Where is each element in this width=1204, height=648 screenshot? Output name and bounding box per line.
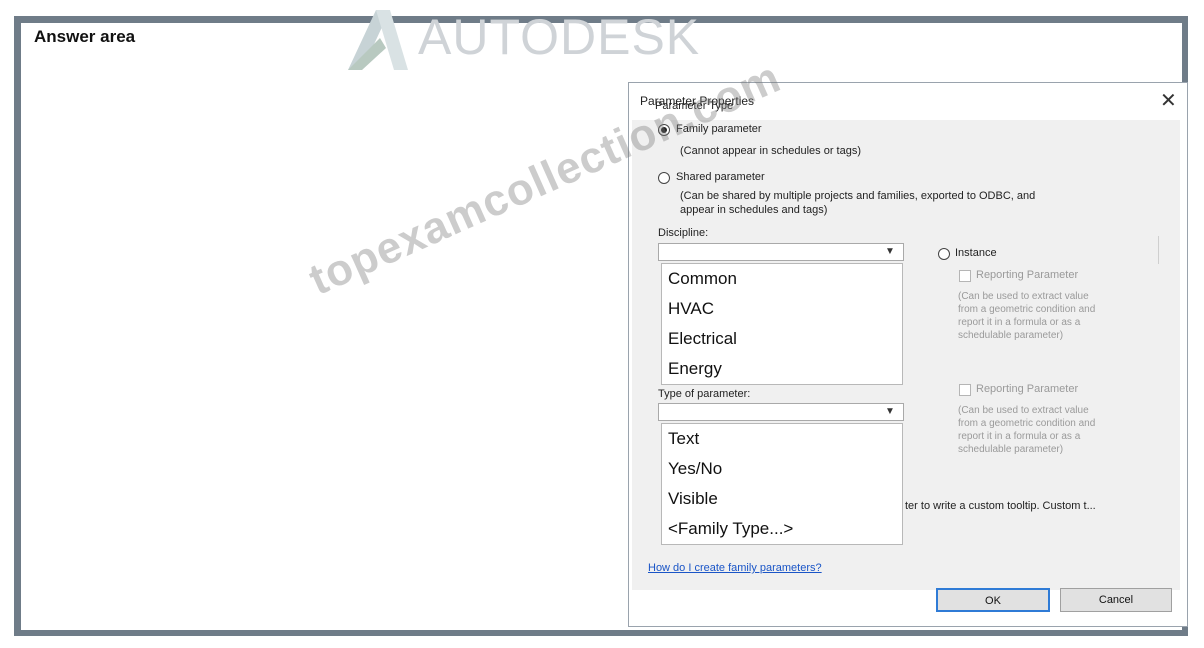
reporting-note-2-line: (Can be used to extract value <box>958 405 1089 416</box>
type-option[interactable]: Yes/No <box>662 454 902 484</box>
type-dropdown: Text Yes/No Visible <Family Type...> <box>661 423 903 545</box>
discipline-option[interactable]: Electrical <box>662 324 902 354</box>
autodesk-logo-icon <box>348 10 408 70</box>
reporting-parameter-checkbox-2[interactable] <box>959 384 971 396</box>
close-icon[interactable]: ✕ <box>1160 88 1177 113</box>
shared-parameter-note-1: (Can be shared by multiple projects and … <box>680 190 1036 202</box>
discipline-option[interactable]: Energy <box>662 354 902 384</box>
autodesk-logo-text: AUTODESK <box>418 9 701 65</box>
discipline-dropdown: Common HVAC Electrical Energy <box>661 263 903 385</box>
type-option[interactable]: <Family Type...> <box>662 514 902 544</box>
reporting-note-1-line: report it in a formula or as a <box>958 317 1081 328</box>
reporting-note-2-line: schedulable parameter) <box>958 444 1064 455</box>
type-of-parameter-select[interactable]: ▼ <box>658 403 904 421</box>
reporting-note-2-line: report it in a formula or as a <box>958 431 1081 442</box>
family-parameter-note: (Cannot appear in schedules or tags) <box>680 145 861 157</box>
reporting-note-1-line: (Can be used to extract value <box>958 291 1089 302</box>
reporting-parameter-label-1: Reporting Parameter <box>976 269 1079 281</box>
type-option[interactable]: Visible <box>662 484 902 514</box>
discipline-option[interactable]: HVAC <box>662 294 902 324</box>
divider <box>1158 236 1159 264</box>
ok-button[interactable]: OK <box>936 588 1050 612</box>
reporting-note-2-line: from a geometric condition and <box>958 418 1096 429</box>
shared-parameter-label: Shared parameter <box>676 171 765 183</box>
reporting-parameter-checkbox-1[interactable] <box>959 270 971 282</box>
tooltip-text: ter to write a custom tooltip. Custom t.… <box>905 500 1096 512</box>
reporting-parameter-label-2: Reporting Parameter <box>976 383 1079 395</box>
instance-radio[interactable] <box>938 248 950 260</box>
cancel-button[interactable]: Cancel <box>1060 588 1172 612</box>
chevron-down-icon[interactable]: ▼ <box>877 404 903 420</box>
shared-parameter-note-2: appear in schedules and tags) <box>680 204 828 216</box>
type-option[interactable]: Text <box>662 424 902 454</box>
shared-parameter-radio[interactable] <box>658 172 670 184</box>
instance-label: Instance <box>955 247 997 259</box>
help-link[interactable]: How do I create family parameters? <box>648 562 822 574</box>
reporting-note-1-line: from a geometric condition and <box>958 304 1096 315</box>
answer-area-title: Answer area <box>34 27 136 46</box>
discipline-option[interactable]: Common <box>662 264 902 294</box>
discipline-select[interactable]: ▼ <box>658 243 904 261</box>
type-of-parameter-label: Type of parameter: <box>658 388 751 400</box>
discipline-label: Discipline: <box>658 227 709 239</box>
chevron-down-icon[interactable]: ▼ <box>877 244 903 260</box>
reporting-note-1-line: schedulable parameter) <box>958 330 1064 341</box>
